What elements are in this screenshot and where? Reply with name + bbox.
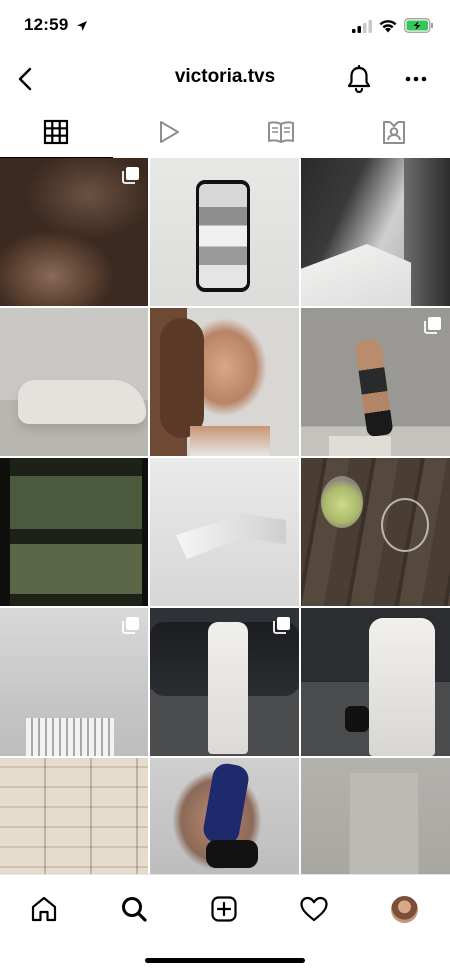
heart-icon — [299, 895, 329, 923]
home-indicator — [145, 958, 305, 963]
plus-square-icon — [210, 895, 238, 923]
tab-grid[interactable] — [0, 106, 113, 158]
tab-tagged[interactable] — [338, 106, 450, 158]
battery-charging-icon — [404, 18, 434, 38]
post-tile[interactable] — [0, 458, 148, 606]
grid-icon — [43, 119, 69, 145]
profile-header: victoria.tvs — [0, 52, 450, 106]
more-dots-icon — [405, 76, 427, 82]
post-tile[interactable] — [0, 758, 148, 874]
notifications-button[interactable] — [343, 62, 375, 96]
nav-activity[interactable] — [294, 889, 334, 929]
wifi-icon — [378, 18, 398, 38]
multiple-posts-icon — [122, 616, 140, 634]
nav-create[interactable] — [204, 889, 244, 929]
nav-search[interactable] — [114, 889, 154, 929]
bell-icon — [346, 65, 372, 93]
tab-reels[interactable] — [113, 106, 226, 158]
post-tile[interactable] — [301, 308, 450, 456]
post-tile[interactable] — [150, 458, 299, 606]
multiple-posts-icon — [424, 316, 442, 334]
post-tile[interactable] — [150, 608, 299, 756]
cellular-signal-icon — [352, 20, 372, 38]
post-tile[interactable] — [0, 308, 148, 456]
phone-image — [196, 180, 250, 292]
home-icon — [30, 895, 58, 923]
post-tile[interactable] — [301, 158, 450, 306]
nav-home[interactable] — [24, 889, 64, 929]
tagged-person-icon — [381, 119, 407, 145]
avatar-icon — [391, 896, 418, 923]
status-bar: 12:59 — [0, 0, 450, 52]
multiple-posts-icon — [273, 616, 291, 634]
post-tile[interactable] — [150, 158, 299, 306]
location-arrow-icon — [76, 19, 88, 37]
post-tile[interactable] — [301, 608, 450, 756]
status-time: 12:59 — [24, 15, 68, 35]
multiple-posts-icon — [122, 166, 140, 184]
posts-grid — [0, 158, 450, 874]
nav-profile[interactable] — [384, 889, 424, 929]
more-options-button[interactable] — [398, 62, 434, 96]
profile-tabs — [0, 106, 450, 158]
book-icon — [267, 119, 295, 145]
post-tile[interactable] — [0, 158, 148, 306]
post-tile[interactable] — [150, 308, 299, 456]
tab-guides[interactable] — [225, 106, 338, 158]
post-tile[interactable] — [150, 758, 299, 874]
play-icon — [157, 119, 181, 145]
post-tile[interactable] — [301, 458, 450, 606]
post-tile[interactable] — [301, 758, 450, 874]
post-tile[interactable] — [0, 608, 148, 756]
profile-username: victoria.tvs — [0, 66, 450, 88]
search-icon — [120, 895, 148, 923]
